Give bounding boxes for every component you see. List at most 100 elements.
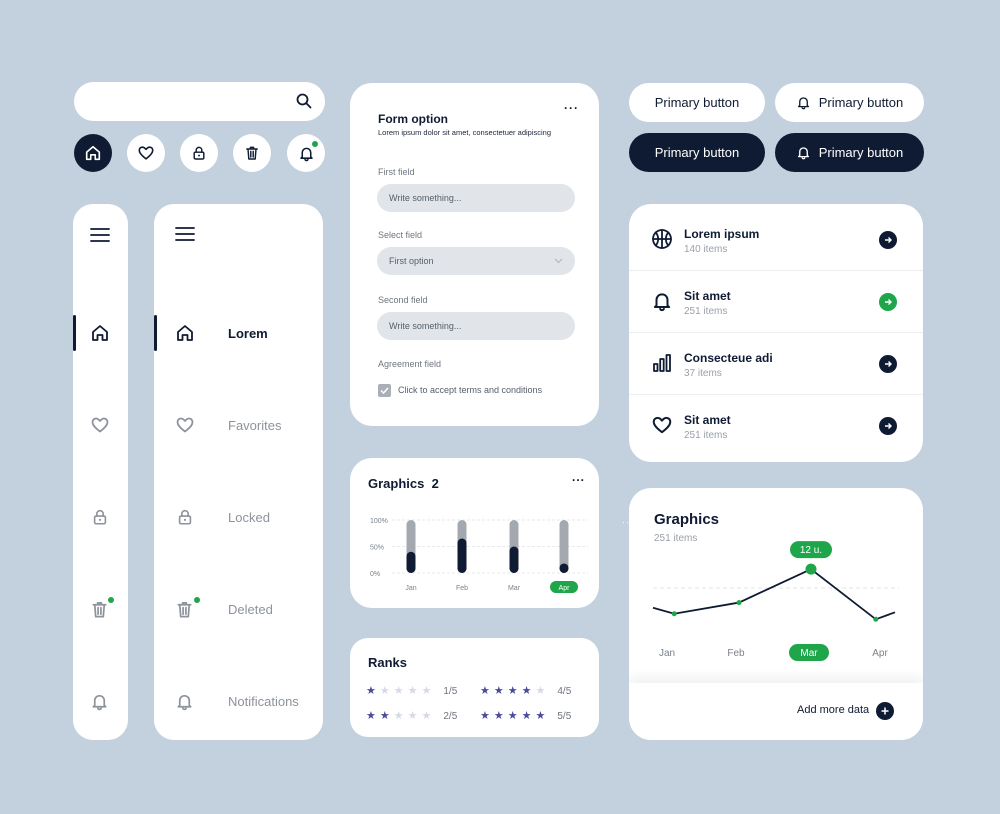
arrow-right-icon (885, 361, 892, 367)
heart-icon (652, 416, 672, 434)
star-empty-icon[interactable]: ★ (422, 711, 432, 722)
bell-icon (797, 147, 809, 160)
line-chart-card: Graphics 251 items Jan Feb Mar Apr 12 u. Add… (629, 488, 923, 740)
star-filled-icon[interactable]: ★ (508, 711, 518, 722)
sidebar-item-notifications[interactable]: Notifications (154, 681, 323, 721)
search-input[interactable] (74, 82, 274, 121)
notification-badge (312, 141, 318, 147)
notifications-button[interactable] (287, 134, 325, 172)
list-item-title: Lorem ipsum (684, 227, 760, 241)
heart-icon (91, 417, 109, 433)
sidebar-item-locked[interactable]: Locked (154, 497, 323, 537)
star-empty-icon[interactable]: ★ (408, 686, 418, 697)
primary-button-light-icon[interactable]: Primary button (775, 83, 924, 122)
arrow-right-button[interactable] (879, 231, 897, 249)
add-more-data-button[interactable] (876, 702, 894, 720)
trash-icon (92, 601, 107, 617)
sidebar-compact (73, 204, 128, 740)
primary-button-light[interactable]: Primary button (629, 83, 765, 122)
x-tick-label: Apr (559, 585, 571, 592)
star-filled-icon[interactable]: ★ (522, 711, 532, 722)
sidebar-item-label: Favorites (228, 417, 282, 433)
list-item[interactable]: Sit amet 251 items (629, 272, 923, 333)
active-indicator (154, 315, 157, 351)
sidebar-compact-item-notifications[interactable] (73, 681, 128, 721)
hamburger-menu-icon[interactable] (90, 227, 110, 243)
heart-icon (138, 146, 154, 160)
bell-icon (177, 694, 192, 710)
sidebar-compact-item-home[interactable] (73, 313, 128, 353)
button-label: Primary button (654, 145, 740, 160)
search-icon[interactable] (295, 92, 313, 110)
arrow-right-icon (885, 299, 892, 305)
rank-label: 2/5 (443, 711, 458, 722)
sidebar-compact-item-favorites[interactable] (73, 405, 128, 445)
star-empty-icon[interactable]: ★ (394, 711, 404, 722)
list-item-subtitle: 251 items (684, 430, 728, 441)
active-indicator (73, 315, 76, 351)
list-item[interactable]: Consecteue adi 37 items (629, 334, 923, 395)
star-empty-icon[interactable]: ★ (408, 711, 418, 722)
second-field-label: Second field (378, 295, 428, 305)
star-empty-icon[interactable]: ★ (536, 686, 546, 697)
sidebar-compact-item-locked[interactable] (73, 497, 128, 537)
star-empty-icon[interactable]: ★ (394, 686, 404, 697)
bar (509, 546, 519, 573)
star-filled-icon[interactable]: ★ (366, 711, 376, 722)
x-tick-label: Apr (872, 648, 888, 659)
bell-icon (797, 97, 809, 110)
star-filled-icon[interactable]: ★ (366, 686, 376, 697)
hamburger-menu-icon[interactable] (175, 226, 195, 242)
search-bar[interactable] (74, 82, 325, 121)
arrow-right-button[interactable] (879, 355, 897, 373)
more-options-icon[interactable]: ··· (564, 101, 579, 115)
star-filled-icon[interactable]: ★ (522, 686, 532, 697)
line-point (873, 616, 879, 622)
bar (406, 551, 416, 573)
button-label: Primary button (818, 145, 904, 160)
list-card: Lorem ipsum 140 items Sit amet 251 items… (629, 204, 923, 462)
star-empty-icon[interactable]: ★ (380, 686, 390, 697)
home-icon (85, 145, 101, 161)
second-field-input[interactable]: Write something... (377, 312, 575, 340)
bar-chart-card: Graphics 2 ... 100% 50% 0% Jan Feb Mar Apr (350, 458, 599, 608)
arrow-right-icon (885, 237, 892, 243)
plus-icon (881, 707, 889, 715)
list-item[interactable]: Lorem ipsum 140 items (629, 210, 923, 271)
lock-button[interactable] (180, 134, 218, 172)
star-filled-icon[interactable]: ★ (494, 711, 504, 722)
star-filled-icon[interactable]: ★ (480, 711, 490, 722)
x-tick-label: Feb (456, 585, 468, 592)
agreement-checkbox[interactable] (378, 384, 391, 397)
home-button[interactable] (74, 134, 112, 172)
star-filled-icon[interactable]: ★ (480, 686, 490, 697)
primary-button-dark[interactable]: Primary button (629, 133, 765, 172)
y-tick-label: 0% (370, 571, 380, 578)
trash-button[interactable] (233, 134, 271, 172)
x-tick-label: Feb (727, 648, 745, 659)
sidebar-compact-item-deleted[interactable] (73, 589, 128, 629)
ranks-title: Ranks (368, 655, 408, 670)
select-field[interactable]: First option (377, 247, 575, 275)
star-filled-icon[interactable]: ★ (508, 686, 518, 697)
arrow-right-button[interactable] (879, 293, 897, 311)
star-filled-icon[interactable]: ★ (494, 686, 504, 697)
list-item[interactable]: Sit amet 251 items (629, 396, 923, 457)
rank-row: ★ ★ ★ ★ ★ 2/5 (366, 711, 458, 723)
first-field-input[interactable]: Write something... (377, 184, 575, 212)
star-empty-icon[interactable]: ★ (422, 686, 432, 697)
x-tick-label: Jan (659, 648, 675, 659)
sidebar-item-lorem[interactable]: Lorem (154, 313, 323, 353)
sidebar-item-favorites[interactable]: Favorites (154, 405, 323, 445)
primary-button-dark-icon[interactable]: Primary button (775, 133, 924, 172)
bell-icon (299, 147, 313, 161)
star-filled-icon[interactable]: ★ (380, 711, 390, 722)
sidebar-item-deleted[interactable]: Deleted (154, 589, 323, 629)
select-field-value: First option (389, 256, 434, 266)
favorite-button[interactable] (127, 134, 165, 172)
line-chart-footer: Add more data (629, 683, 923, 740)
arrow-right-button[interactable] (879, 417, 897, 435)
annotation-label: 12 u. (800, 545, 822, 556)
star-filled-icon[interactable]: ★ (536, 711, 546, 722)
bell-icon (653, 293, 671, 312)
